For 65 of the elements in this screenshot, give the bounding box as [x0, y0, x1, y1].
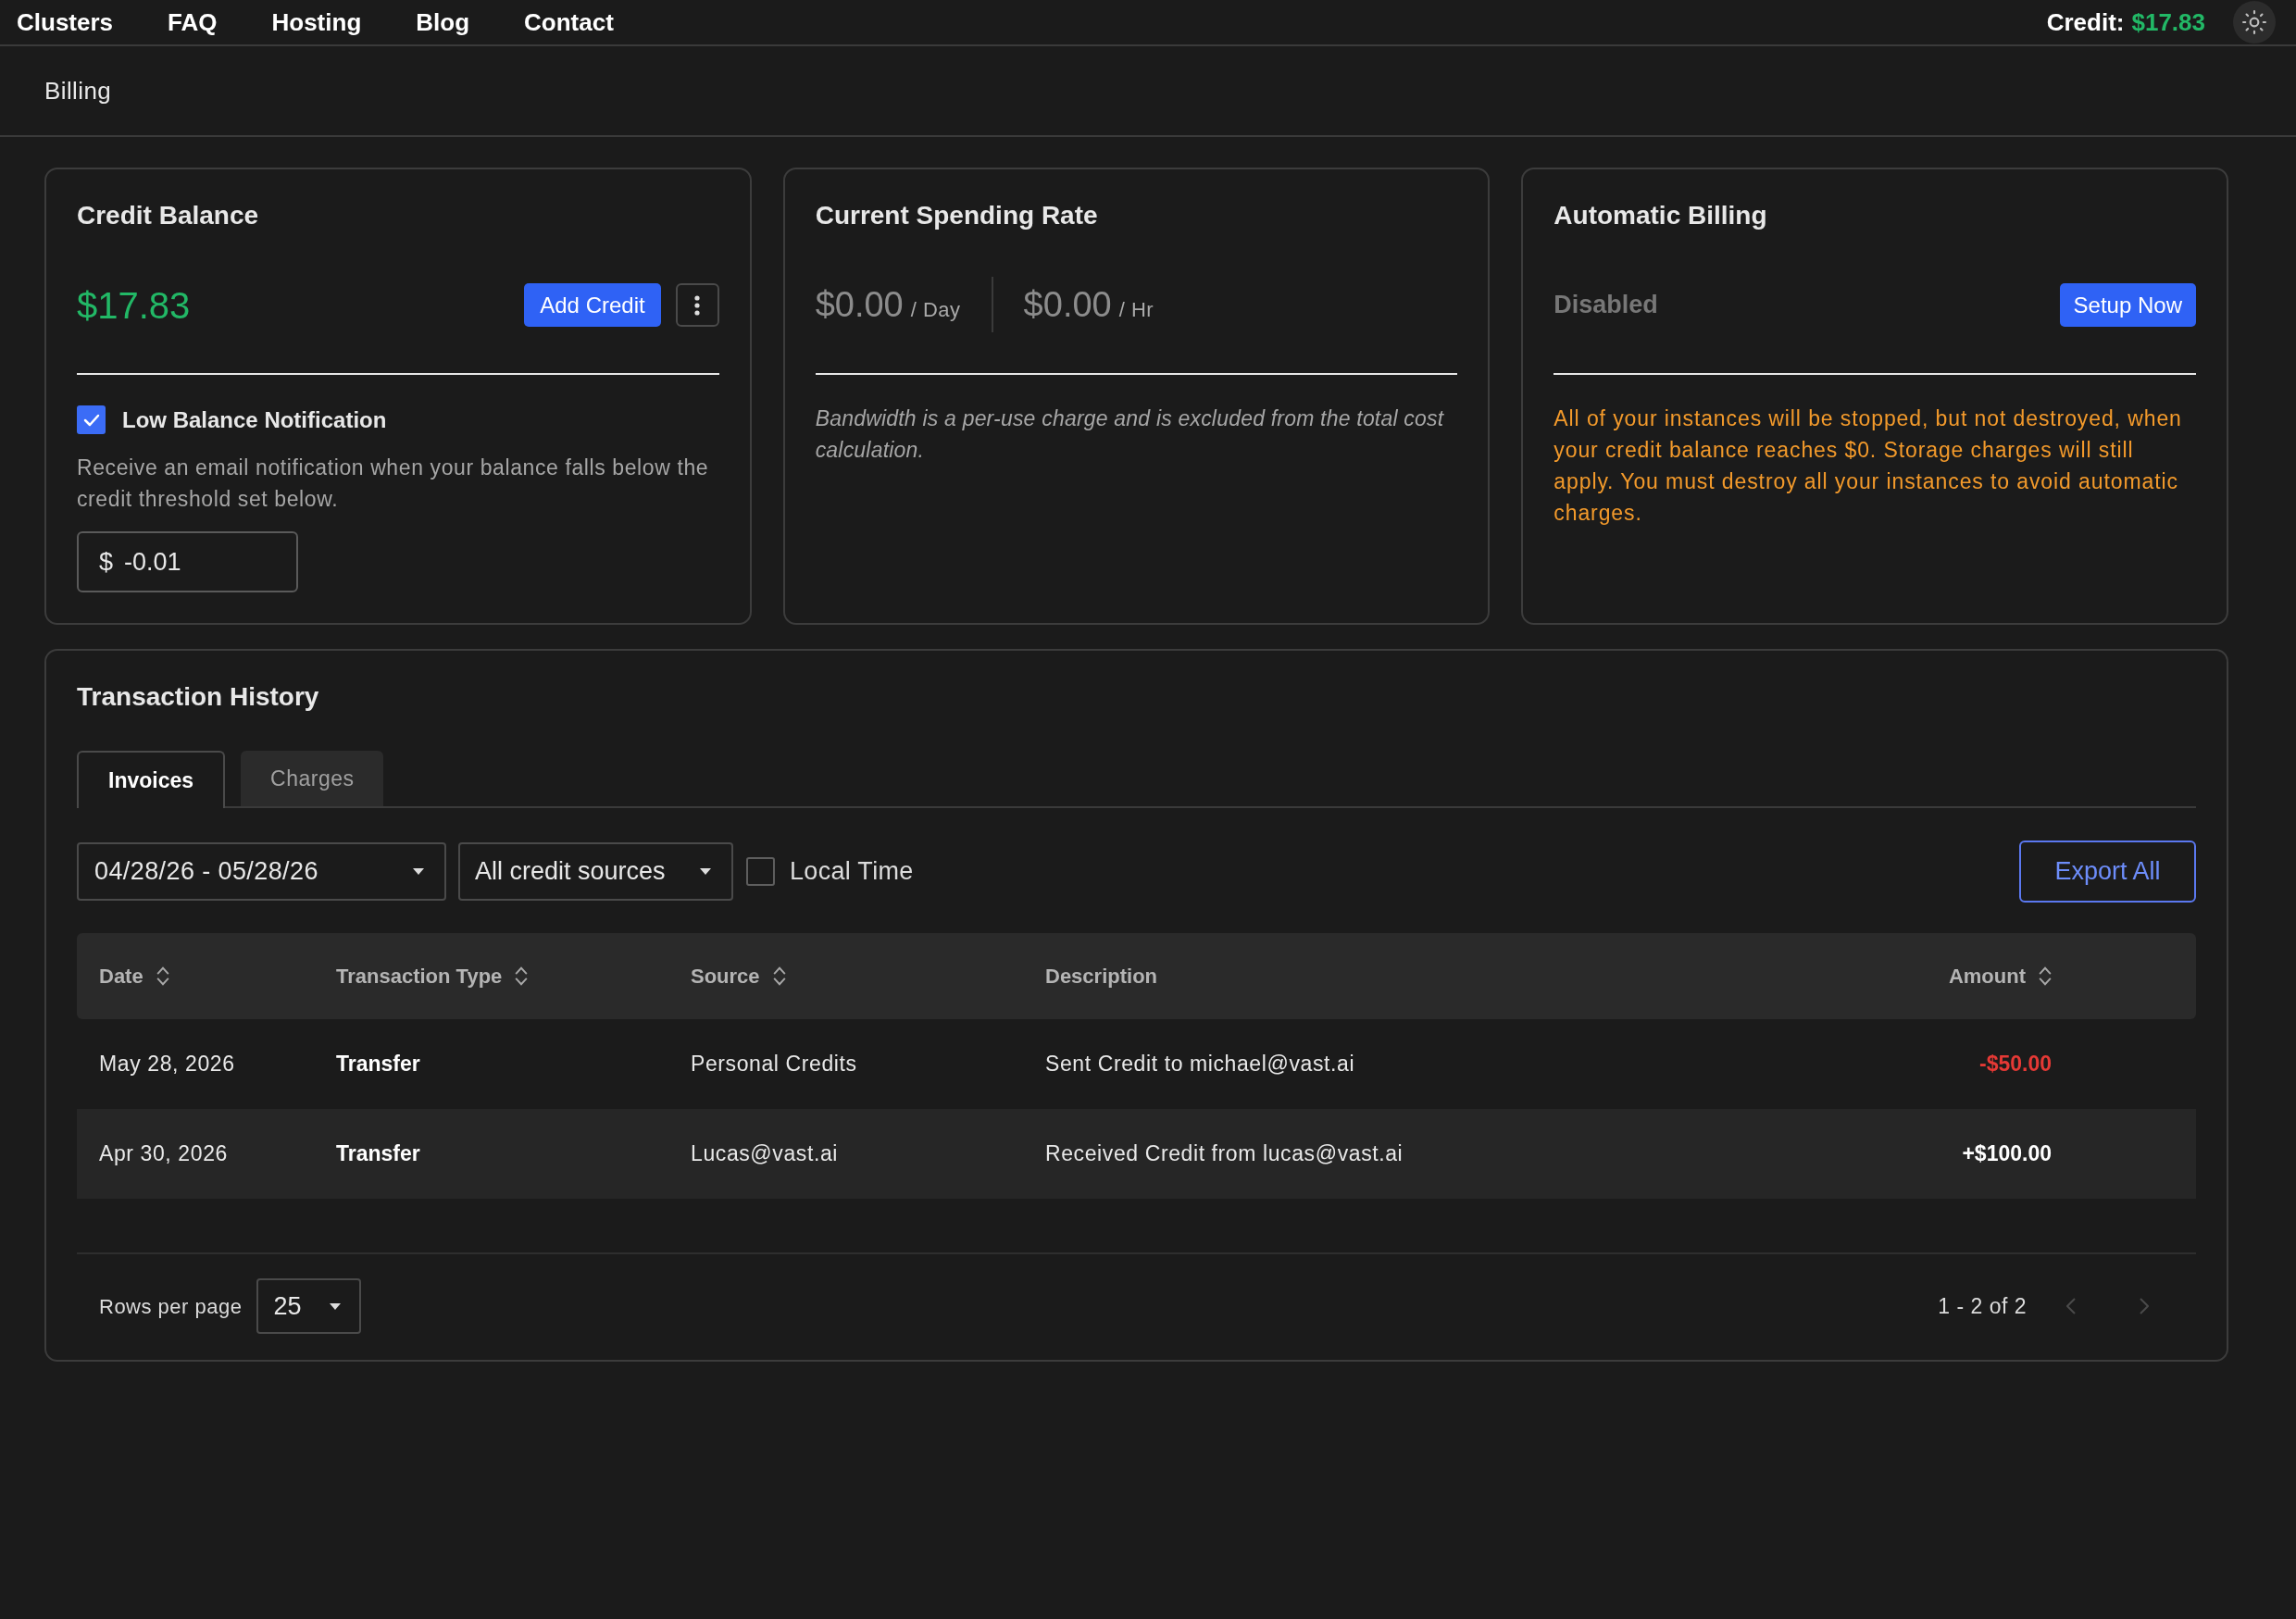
- tab[interactable]: Charges: [241, 751, 384, 806]
- vertical-dots-icon: [694, 294, 701, 316]
- nav-link[interactable]: Blog: [416, 10, 470, 34]
- rate-unit: / Day: [910, 296, 961, 323]
- balance-amount: $17.83: [77, 286, 191, 324]
- sort-icon: [156, 966, 169, 986]
- column-header[interactable]: Description: [1045, 961, 1158, 991]
- notification-description: Receive an email notification when your balance falls below the credit threshold set below.: [77, 454, 710, 513]
- table-cell: Personal Credits: [691, 1052, 857, 1077]
- column-header[interactable]: Amount: [1948, 961, 2052, 991]
- sun-icon: [2242, 10, 2266, 34]
- table-cell: Sent Credit to michael@vast.ai: [1045, 1052, 1355, 1077]
- table-cell-text: +$100.00: [1962, 1140, 2052, 1168]
- add-credit-button[interactable]: Add Credit: [524, 283, 661, 327]
- card-title: Automatic Billing: [1554, 200, 1768, 231]
- page-range: 1 - 2 of 2: [1938, 1292, 2027, 1320]
- bandwidth-note: Bandwidth is a per-use charge and is excluded from the total cost calculation.: [815, 405, 1445, 464]
- column-header[interactable]: Date: [99, 961, 169, 991]
- notification-label: Low Balance Notification: [122, 405, 387, 434]
- column-header[interactable]: Source: [691, 961, 786, 991]
- table-cell: Transfer: [336, 1052, 420, 1077]
- table-cell: May 28, 2026: [99, 1052, 235, 1077]
- rows-per-page-label: Rows per page: [99, 1293, 243, 1320]
- card-title: Transaction History: [77, 681, 320, 713]
- card-title: Current Spending Rate: [815, 200, 1099, 231]
- nav-link[interactable]: FAQ: [168, 10, 218, 34]
- table-cell: Received Credit from lucas@vast.ai: [1045, 1141, 1404, 1166]
- card-title: Credit Balance: [77, 200, 260, 231]
- sort-icon: [515, 966, 529, 986]
- table-cell: Apr 30, 2026: [99, 1141, 228, 1166]
- table-cell: Transfer: [336, 1141, 420, 1166]
- theme-toggle-button[interactable]: [2233, 1, 2276, 44]
- billing-warning: All of your instances will be stopped, but not destroyed, when your credit balance reaches $0. Storage charges will still apply. You must destroy all your instances to avoid automatic charges.: [1554, 405, 2183, 527]
- rows-per-page-select[interactable]: 25: [256, 1278, 362, 1334]
- caret-down-icon: [413, 868, 424, 875]
- nav-link[interactable]: Clusters: [17, 10, 114, 34]
- credit-label: Credit:: [2046, 10, 2125, 34]
- rate-amount: $0.00: [1023, 283, 1112, 326]
- export-all-button[interactable]: Export All: [2019, 841, 2196, 903]
- check-icon: [82, 413, 100, 427]
- credit-source-select[interactable]: All credit sources: [458, 842, 733, 901]
- column-header[interactable]: Transaction Type: [336, 961, 529, 991]
- notification-checkbox[interactable]: [77, 405, 106, 435]
- billing-status: Disabled: [1554, 290, 1658, 321]
- page-title: Billing: [44, 75, 112, 106]
- sort-icon: [772, 966, 786, 986]
- setup-now-button[interactable]: Setup Now: [2059, 283, 2196, 327]
- date-range-select[interactable]: 04/28/26 - 05/28/26: [77, 842, 446, 901]
- more-options-button[interactable]: [675, 283, 719, 327]
- tab[interactable]: Invoices: [77, 751, 226, 808]
- table-cell: Lucas@vast.ai: [691, 1141, 838, 1166]
- caret-down-icon: [700, 868, 711, 875]
- nav-link[interactable]: Contact: [524, 10, 614, 34]
- local-time-label: Local Time: [790, 856, 914, 888]
- rate-unit: / Hr: [1118, 296, 1154, 323]
- table-cell-text: -$50.00: [1979, 1051, 2052, 1078]
- local-time-checkbox[interactable]: [746, 857, 775, 886]
- sort-icon: [2039, 966, 2052, 986]
- threshold-input[interactable]: $ -0.01: [77, 530, 298, 592]
- rate-amount: $0.00: [815, 283, 904, 326]
- caret-down-icon: [330, 1302, 342, 1310]
- chevron-right-icon: [2140, 1298, 2149, 1314]
- credit-amount: $17.83: [2131, 10, 2205, 34]
- nav-link[interactable]: Hosting: [271, 10, 362, 34]
- chevron-left-icon: [2066, 1298, 2076, 1314]
